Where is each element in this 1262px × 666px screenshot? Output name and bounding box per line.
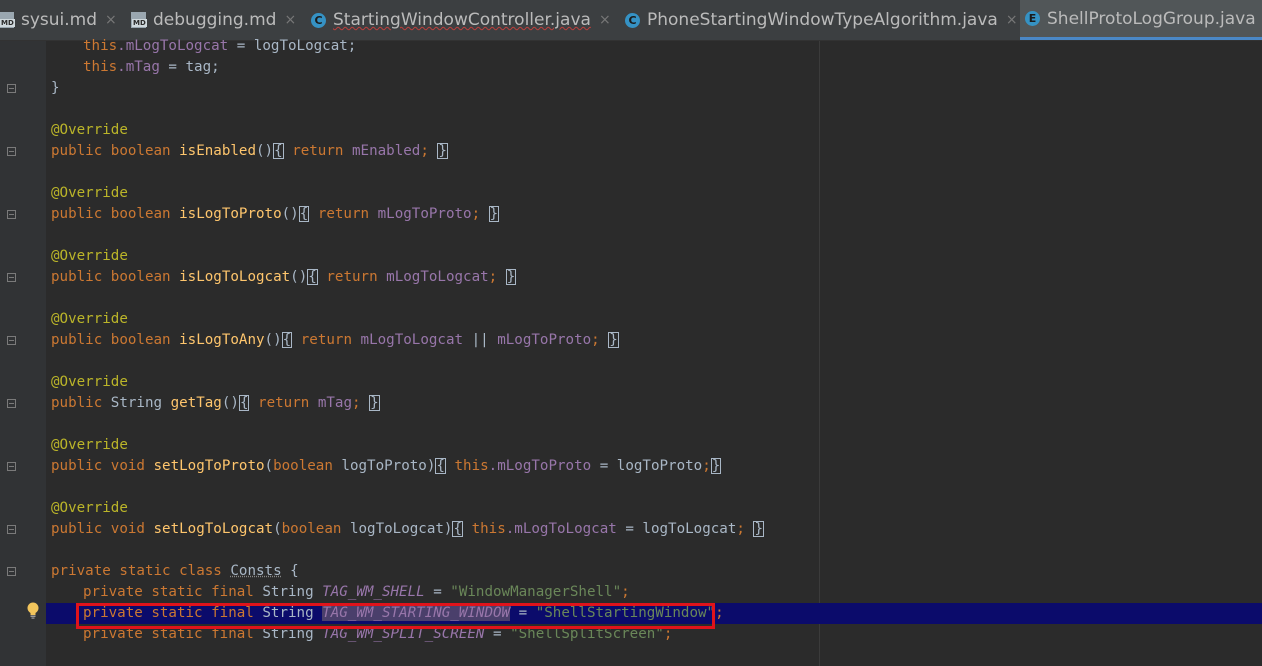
annotation: @Override	[51, 248, 128, 264]
fold-marker-icon[interactable]	[7, 567, 16, 576]
close-icon[interactable]: ×	[105, 12, 117, 28]
tab-phone-starting-window-type-algorithm[interactable]: C PhoneStartingWindowTypeAlgorithm.java …	[620, 0, 1018, 40]
annotation: @Override	[51, 374, 128, 390]
fold-marker-icon[interactable]	[7, 210, 16, 219]
annotation: @Override	[51, 311, 128, 327]
annotation: @Override	[51, 122, 128, 138]
markdown-file-icon: MD	[0, 12, 15, 29]
fold-marker-icon[interactable]	[7, 525, 16, 534]
method-is-log-to-proto: public boolean isLogToProto(){ return mL…	[51, 206, 500, 222]
fold-marker-icon[interactable]	[7, 336, 16, 345]
method-is-enabled: public boolean isEnabled(){ return mEnab…	[51, 143, 448, 159]
annotation: @Override	[51, 500, 128, 516]
close-icon[interactable]: ×	[1006, 12, 1018, 28]
fold-marker-icon[interactable]	[7, 84, 16, 93]
fold-marker-icon[interactable]	[7, 147, 16, 156]
close-icon[interactable]: ×	[599, 12, 611, 28]
highlight-annotation-box	[76, 603, 715, 629]
lightbulb-icon[interactable]	[26, 602, 40, 619]
tab-label: debugging.md	[153, 10, 277, 30]
tab-starting-window-controller[interactable]: C StartingWindowController.java ×	[306, 0, 616, 40]
method-set-log-to-proto: public void setLogToProto(boolean logToP…	[51, 458, 722, 474]
tab-label: StartingWindowController.java	[333, 10, 591, 30]
code-line: this.mTag = tag;	[83, 59, 220, 75]
const-tag-wm-shell: private static final String TAG_WM_SHELL…	[83, 584, 630, 600]
method-is-log-to-any: public boolean isLogToAny(){ return mLog…	[51, 332, 619, 348]
method-get-tag: public String getTag(){ return mTag; }	[51, 395, 380, 411]
annotation: @Override	[51, 437, 128, 453]
tab-label: ShellProtoLogGroup.java	[1047, 8, 1256, 29]
java-class-icon: C	[310, 12, 327, 29]
java-class-icon: C	[624, 12, 641, 29]
close-icon[interactable]: ×	[284, 12, 296, 28]
markdown-file-icon: MD	[130, 12, 147, 29]
tab-label: sysui.md	[21, 10, 98, 30]
java-enum-icon: E	[1024, 10, 1041, 27]
fold-marker-icon[interactable]	[7, 273, 16, 282]
tab-shell-proto-log-group[interactable]: E ShellProtoLogGroup.java	[1020, 0, 1262, 40]
tab-label: PhoneStartingWindowTypeAlgorithm.java	[647, 10, 998, 30]
code-line: this.mLogToLogcat = logToLogcat;	[83, 38, 357, 54]
method-set-log-to-logcat: public void setLogToLogcat(boolean logTo…	[51, 521, 765, 537]
method-is-log-to-logcat: public boolean isLogToLogcat(){ return m…	[51, 269, 517, 285]
fold-marker-icon[interactable]	[7, 399, 16, 408]
tab-sysui-md[interactable]: MD sysui.md ×	[0, 0, 117, 40]
annotation: @Override	[51, 185, 128, 201]
class-consts-declaration: private static class Consts {	[51, 563, 299, 579]
fold-marker-icon[interactable]	[7, 462, 16, 471]
code-line: }	[51, 80, 60, 96]
editor-tab-bar: MD sysui.md × MD debugging.md × C Starti…	[0, 0, 1262, 41]
tab-debugging-md[interactable]: MD debugging.md ×	[126, 0, 296, 40]
